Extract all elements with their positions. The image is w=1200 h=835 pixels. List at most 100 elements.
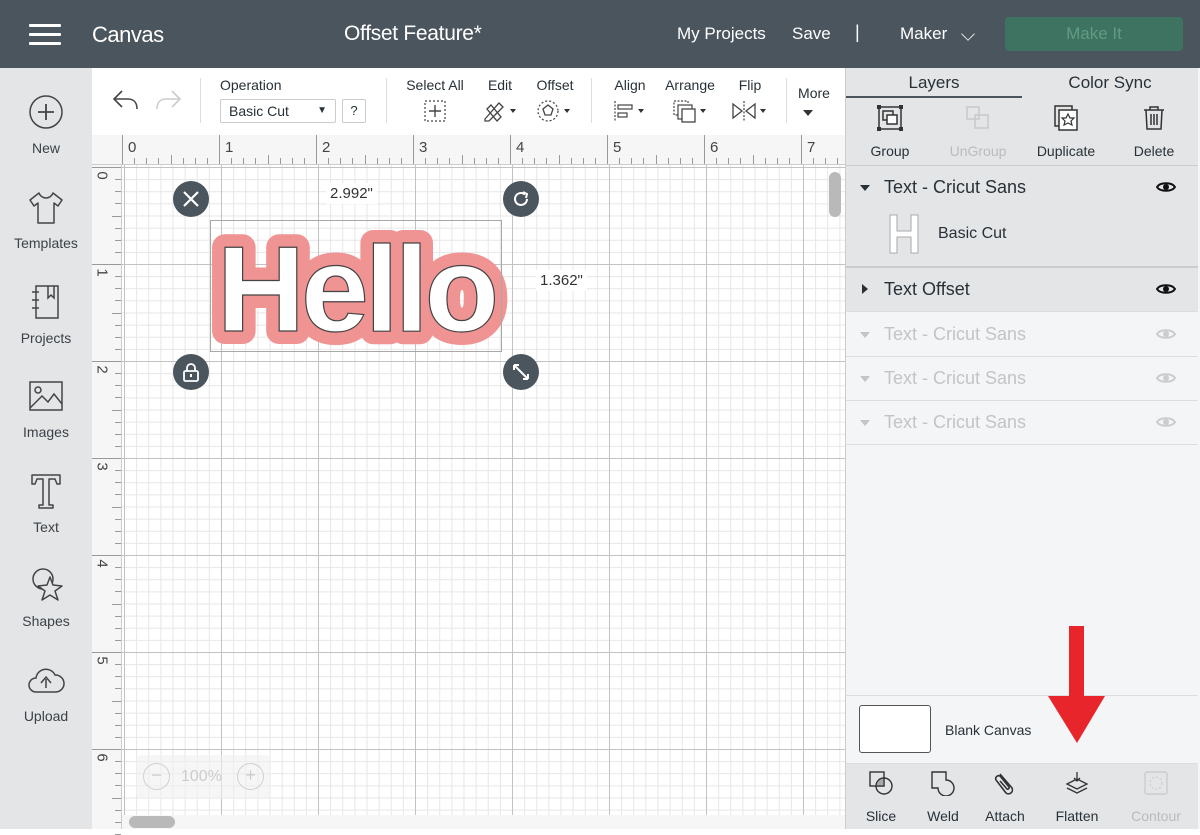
sidebar-item-templates[interactable]: Templates xyxy=(0,173,92,267)
layer-tools: Group UnGroup Duplicate Delete xyxy=(846,98,1198,166)
machine-select[interactable]: Maker xyxy=(900,24,947,44)
select-all-button[interactable]: Select All xyxy=(406,68,464,122)
sidebar-label: Text xyxy=(33,519,59,535)
save-button[interactable]: Save xyxy=(792,24,831,44)
layer-name: Text Offset xyxy=(884,279,970,299)
contour-label: Contour xyxy=(1131,808,1181,824)
align-left-icon xyxy=(614,101,644,121)
align-menu[interactable]: Align xyxy=(610,68,650,121)
more-menu[interactable]: More xyxy=(796,76,832,116)
ruler-tick xyxy=(115,179,121,181)
make-it-button[interactable]: Make It xyxy=(1005,17,1183,51)
layer-row[interactable]: Text Offset xyxy=(846,268,1198,312)
ruler-tick xyxy=(522,158,524,164)
duplicate-label: Duplicate xyxy=(1036,143,1096,159)
zoom-out-button[interactable]: − xyxy=(143,763,170,790)
ruler-tick xyxy=(837,158,839,164)
layer-row[interactable]: Text - Cricut Sans Basic Cut xyxy=(846,166,1198,268)
attach-button[interactable]: Attach xyxy=(970,764,1040,830)
ruler-tick xyxy=(112,312,121,314)
caret-right-icon[interactable] xyxy=(862,284,868,294)
operation-help-button[interactable]: ? xyxy=(342,99,366,123)
sidebar-item-images[interactable]: Images xyxy=(0,362,92,456)
sidebar-item-projects[interactable]: Projects xyxy=(0,268,92,362)
contour-button[interactable]: Contour xyxy=(1121,764,1191,830)
layer-row[interactable]: Text - Cricut Sans xyxy=(846,313,1198,357)
caret-down-icon[interactable] xyxy=(860,420,870,426)
ruler-tick xyxy=(115,579,121,581)
flatten-button[interactable]: Flatten xyxy=(1042,764,1112,830)
ruler-tick xyxy=(146,158,148,164)
sidebar-label: Projects xyxy=(20,330,72,346)
edit-menu[interactable]: Edit xyxy=(480,68,520,122)
eye-icon[interactable] xyxy=(1156,327,1176,341)
ruler-tick xyxy=(485,158,487,164)
weld-icon xyxy=(931,771,955,796)
chevron-down-icon[interactable] xyxy=(961,27,975,41)
document-title: Offset Feature* xyxy=(344,22,482,45)
eye-icon[interactable] xyxy=(1156,415,1176,429)
my-projects-link[interactable]: My Projects xyxy=(677,24,766,44)
flatten-label: Flatten xyxy=(1055,808,1099,824)
sidebar-item-text[interactable]: Text xyxy=(0,457,92,551)
layer-row[interactable]: Text - Cricut Sans xyxy=(846,357,1198,401)
weld-button[interactable]: Weld xyxy=(908,764,978,830)
sidebar-item-new[interactable]: New xyxy=(0,78,92,172)
resize-handle[interactable] xyxy=(503,354,539,390)
edit-label: Edit xyxy=(487,77,513,93)
group-button[interactable]: Group xyxy=(846,98,934,166)
arrange-menu[interactable]: Arrange xyxy=(664,68,716,123)
menu-icon[interactable] xyxy=(29,24,61,46)
duplicate-button[interactable]: Duplicate xyxy=(1022,98,1110,166)
ruler-tick xyxy=(437,158,439,164)
ruler-tick xyxy=(764,158,766,164)
ruler-tick xyxy=(801,135,802,164)
operation-select[interactable]: Basic Cut ▼ xyxy=(220,99,336,123)
ruler-tick xyxy=(667,158,669,164)
ruler-label: 1 xyxy=(225,139,234,156)
flip-menu[interactable]: Flip xyxy=(730,68,770,121)
ungroup-button[interactable]: UnGroup xyxy=(934,98,1022,166)
vertical-scrollbar[interactable] xyxy=(829,172,841,217)
tab-layers[interactable]: Layers xyxy=(846,73,1022,93)
sidebar-item-upload[interactable]: Upload xyxy=(0,646,92,740)
lock-handle[interactable] xyxy=(173,354,209,390)
delete-handle[interactable] xyxy=(173,181,209,217)
arrange-label: Arrange xyxy=(665,77,715,93)
rotate-handle[interactable] xyxy=(503,181,539,217)
eye-icon[interactable] xyxy=(1156,180,1176,194)
redo-icon[interactable] xyxy=(154,88,182,112)
blank-canvas-swatch[interactable] xyxy=(859,705,931,753)
design-canvas[interactable]: Hello Hello 2.992" 1.362" xyxy=(122,165,845,815)
edit-toolbar: Operation Basic Cut ▼ ? Select All Edit O… xyxy=(92,68,845,135)
contour-icon xyxy=(1144,771,1168,795)
ruler-tick xyxy=(740,158,742,164)
ruler-tick xyxy=(92,458,121,459)
ruler-label: 4 xyxy=(93,559,111,568)
caret-down-icon[interactable] xyxy=(860,332,870,338)
tab-color-sync[interactable]: Color Sync xyxy=(1022,73,1198,93)
ruler-tick xyxy=(716,158,718,164)
sidebar-item-shapes[interactable]: Shapes xyxy=(0,551,92,645)
zoom-in-button[interactable]: + xyxy=(237,763,264,790)
ruler-tick xyxy=(158,158,160,164)
slice-icon xyxy=(869,771,893,795)
layer-row[interactable]: Text - Cricut Sans xyxy=(846,401,1198,445)
ruler-tick xyxy=(115,336,121,338)
caret-down-icon[interactable] xyxy=(860,185,870,191)
slice-button[interactable]: Slice xyxy=(846,764,916,830)
delete-button[interactable]: Delete xyxy=(1110,98,1198,166)
horizontal-scrollbar[interactable] xyxy=(129,816,175,828)
caret-down-icon[interactable] xyxy=(860,376,870,382)
ruler-tick xyxy=(788,158,790,164)
chevron-down-icon xyxy=(803,110,813,116)
ungroup-icon xyxy=(966,106,989,129)
eye-icon[interactable] xyxy=(1156,371,1176,385)
ruler-tick xyxy=(607,135,608,164)
ruler-tick xyxy=(631,158,633,164)
offset-menu[interactable]: Offset xyxy=(532,68,578,122)
undo-icon[interactable] xyxy=(112,88,140,112)
eye-icon[interactable] xyxy=(1156,282,1176,296)
ruler-tick xyxy=(388,158,390,164)
ruler-label: 5 xyxy=(613,139,622,156)
